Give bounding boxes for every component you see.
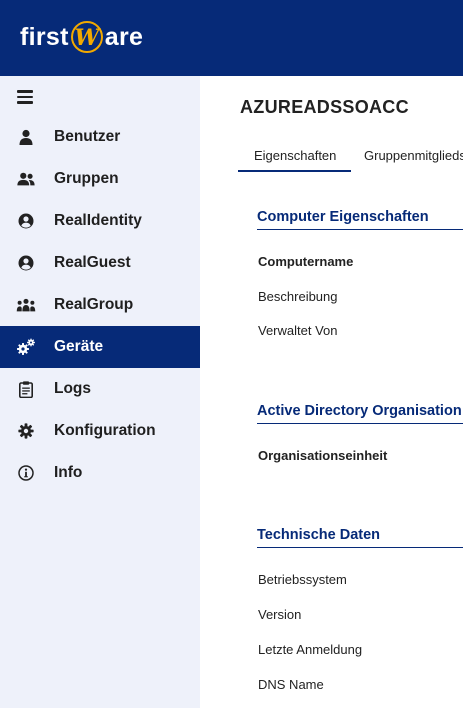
tab-bar: Eigenschaften Gruppenmitgliedschaften (238, 140, 463, 172)
sidebar-item-label: Geräte (54, 338, 104, 355)
main-content: AZUREADSSOACC Eigenschaften Gruppenmitgl… (200, 76, 463, 708)
field-label-organisationseinheit: Organisationseinheit (258, 448, 388, 463)
sidebar-item-logs[interactable]: Logs (0, 368, 200, 410)
page-title: AZUREADSSOACC (240, 97, 409, 117)
tab-eigenschaften[interactable]: Eigenschaften (254, 148, 336, 163)
sidebar-item-realidentity[interactable]: RealIdentity (0, 200, 200, 242)
sidebar-item-konfiguration[interactable]: Konfiguration (0, 410, 200, 452)
section-divider (257, 547, 463, 548)
logo-text-suffix: are (104, 22, 144, 51)
firstware-logo[interactable]: first W are (20, 14, 143, 60)
sidebar-item-label: Info (54, 464, 83, 481)
sidebar-item-label: RealGuest (54, 254, 131, 271)
logo-w-mark-icon: W (70, 20, 104, 54)
active-tab-indicator (238, 170, 351, 172)
sidebar-item-label: Logs (54, 380, 92, 397)
section-divider (257, 423, 463, 424)
sidebar-item-label: Benutzer (54, 128, 121, 145)
logo-text-prefix: first (20, 22, 69, 51)
sidebar-item-label: RealIdentity (54, 212, 142, 229)
sidebar-item-realguest[interactable]: RealGuest (0, 242, 200, 284)
sidebar-item-label: RealGroup (54, 296, 134, 313)
cogs-icon (16, 338, 36, 356)
sidebar-item-benutzer[interactable]: Benutzer (0, 116, 200, 158)
clipboard-icon (16, 380, 36, 398)
people-group-icon (16, 296, 36, 314)
info-icon (16, 464, 36, 482)
field-label-computername: Computername (258, 254, 354, 269)
tab-gruppenmitgliedschaften[interactable]: Gruppenmitgliedschaften (364, 148, 463, 163)
sidebar: Benutzer Gruppen RealIdentity RealGuest … (0, 76, 200, 708)
sidebar-item-label: Gruppen (54, 170, 119, 187)
sidebar-item-geraete[interactable]: Geräte (0, 326, 200, 368)
section-title-technische-daten: Technische Daten (257, 527, 381, 543)
hamburger-menu-icon[interactable] (17, 90, 33, 104)
section-title-computer-eigenschaften: Computer Eigenschaften (257, 209, 429, 225)
app-header: first W are (0, 0, 463, 76)
field-label-letzte-anmeldung: Letzte Anmeldung (258, 642, 363, 657)
field-label-version: Version (258, 607, 302, 622)
svg-text:W: W (74, 25, 101, 51)
group-icon (16, 170, 36, 188)
user-circle-icon (16, 212, 36, 230)
sidebar-item-info[interactable]: Info (0, 452, 200, 494)
user-circle-icon (16, 254, 36, 272)
user-icon (16, 128, 36, 146)
field-label-betriebssystem: Betriebssystem (258, 572, 347, 587)
sidebar-item-gruppen[interactable]: Gruppen (0, 158, 200, 200)
section-divider (257, 229, 463, 230)
field-label-beschreibung: Beschreibung (258, 289, 338, 304)
field-label-dns-name: DNS Name (258, 677, 324, 692)
section-title-active-directory-organisation: Active Directory Organisation (257, 403, 462, 419)
gear-icon (16, 422, 36, 440)
sidebar-item-label: Konfiguration (54, 422, 156, 439)
field-label-verwaltet-von: Verwaltet Von (258, 323, 338, 338)
sidebar-item-realgroup[interactable]: RealGroup (0, 284, 200, 326)
